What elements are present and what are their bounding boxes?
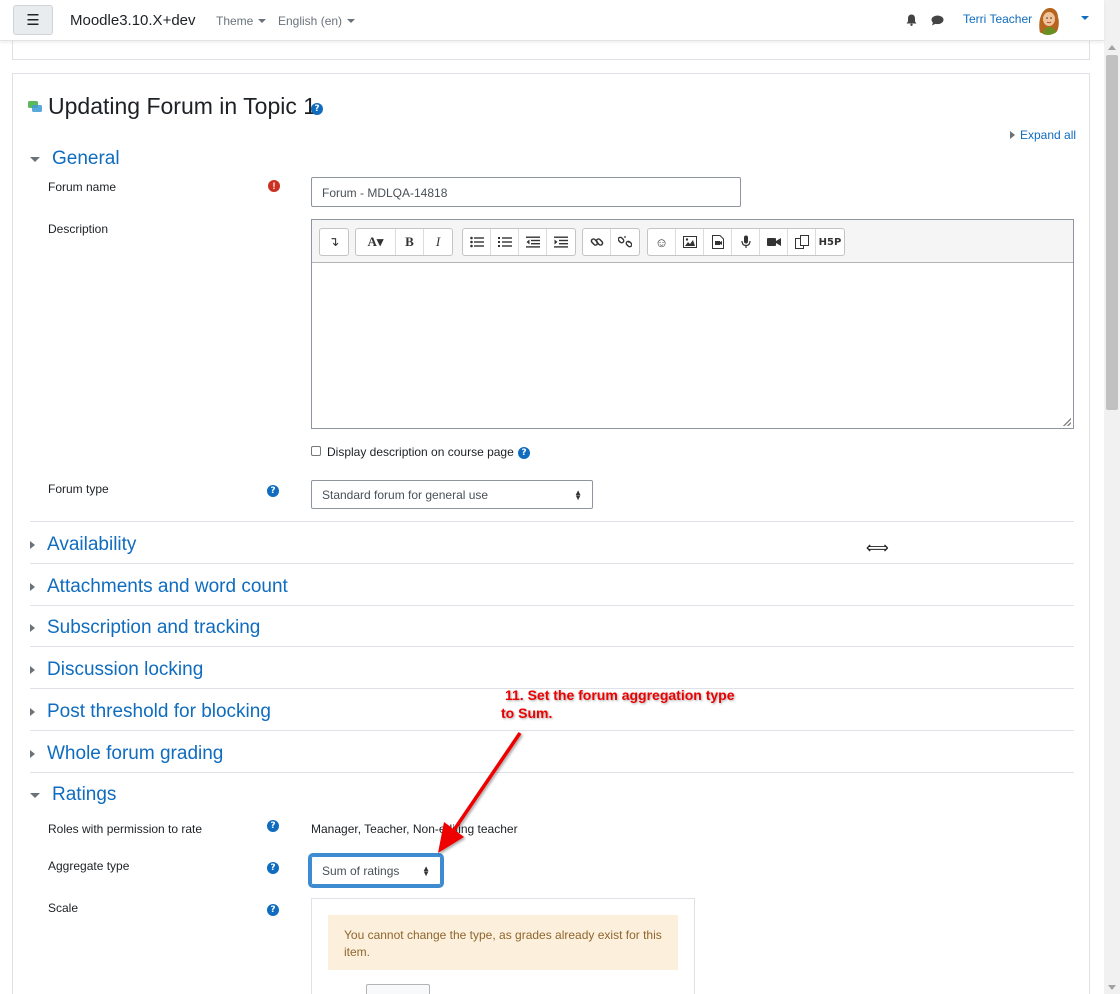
theme-menu[interactable]: Theme <box>216 14 267 28</box>
forum-icon <box>28 101 42 112</box>
help-icon[interactable]: ? <box>267 862 279 874</box>
manage-files-icon[interactable] <box>788 229 816 255</box>
resize-grip-icon[interactable] <box>1063 418 1071 426</box>
toggle-toolbar-icon[interactable]: ↴ <box>320 229 348 255</box>
avatar[interactable] <box>1034 5 1062 35</box>
expand-arrow-icon <box>30 750 35 758</box>
scroll-thumb[interactable] <box>1106 55 1118 410</box>
annotation-line-2: to Sum. <box>501 705 553 721</box>
link-icon[interactable] <box>583 229 611 255</box>
unlink-icon[interactable] <box>611 229 639 255</box>
collapse-arrow-icon <box>30 156 40 162</box>
section-ratings-header[interactable]: Ratings <box>30 784 116 806</box>
expand-arrow-icon <box>30 624 35 632</box>
collapse-arrow-icon <box>30 792 40 798</box>
section-whole-forum-grading-header[interactable]: Whole forum grading <box>30 743 223 765</box>
divider <box>30 563 1074 564</box>
h5p-icon[interactable]: H5P <box>816 229 844 255</box>
bell-icon[interactable] <box>906 14 917 26</box>
section-availability-header[interactable]: Availability <box>30 534 136 556</box>
editor-toolbar: ↴ A▾ B I ☺ H5P <box>312 220 1073 263</box>
description-textarea[interactable] <box>312 263 1073 428</box>
display-description-label: Display description on course page <box>327 445 514 459</box>
divider <box>30 730 1074 731</box>
divider <box>30 521 1074 522</box>
main-form-card <box>12 73 1090 994</box>
forum-type-select[interactable]: Standard forum for general use ▲ ▼ <box>311 480 593 509</box>
required-icon: ! <box>268 180 280 192</box>
bullet-list-icon[interactable] <box>463 229 491 255</box>
record-audio-icon[interactable] <box>732 229 760 255</box>
expand-arrow-icon <box>30 583 35 591</box>
help-icon[interactable]: ? <box>311 103 323 115</box>
hamburger-icon[interactable]: ☰ <box>13 5 53 35</box>
expand-arrow-icon <box>1010 131 1015 139</box>
image-icon[interactable] <box>676 229 704 255</box>
record-video-icon[interactable] <box>760 229 788 255</box>
section-discussion-locking-header[interactable]: Discussion locking <box>30 659 203 681</box>
aggregate-type-label: Aggregate type <box>48 859 130 873</box>
bold-icon[interactable]: B <box>396 229 424 255</box>
indent-icon[interactable] <box>547 229 575 255</box>
user-menu-caret-icon[interactable] <box>1081 16 1089 20</box>
help-icon[interactable]: ? <box>518 447 530 459</box>
scale-label: Scale <box>48 901 79 915</box>
help-icon[interactable]: ? <box>267 485 279 497</box>
media-icon[interactable] <box>704 229 732 255</box>
divider <box>30 605 1074 606</box>
chat-icon[interactable] <box>931 15 944 26</box>
annotation-line-1: 11. Set the forum aggregation type <box>505 687 735 703</box>
section-general-header[interactable]: General <box>30 148 120 170</box>
aggregate-type-select[interactable]: Sum of ratings ▲ ▼ <box>308 853 444 888</box>
expand-all-link[interactable]: Expand all <box>1010 128 1076 142</box>
section-post-threshold-header[interactable]: Post threshold for blocking <box>30 701 271 723</box>
page-title: Updating Forum in Topic 1 <box>48 93 317 119</box>
description-editor: ↴ A▾ B I ☺ H5P <box>311 219 1074 429</box>
description-label: Description <box>48 222 109 236</box>
divider <box>30 646 1074 647</box>
font-style-icon[interactable]: A▾ <box>356 229 396 255</box>
section-subscription-header[interactable]: Subscription and tracking <box>30 617 260 639</box>
emoji-icon[interactable]: ☺ <box>648 229 676 255</box>
expand-arrow-icon <box>30 708 35 716</box>
language-menu[interactable]: English (en) <box>278 14 356 28</box>
section-attachments-header[interactable]: Attachments and word count <box>30 576 288 598</box>
display-description-checkbox[interactable] <box>311 446 321 456</box>
annotation-arrow-icon <box>438 732 522 853</box>
scale-warning-alert: You cannot change the type, as grades al… <box>328 915 678 970</box>
scroll-up-arrow-icon[interactable] <box>1108 45 1116 50</box>
resize-cursor-icon: ⟺ <box>866 538 889 557</box>
outdent-icon[interactable] <box>519 229 547 255</box>
select-arrows-icon: ▲ ▼ <box>574 488 582 502</box>
forum-type-label: Forum type <box>48 482 109 496</box>
numbered-list-icon[interactable] <box>491 229 519 255</box>
select-arrows-icon: ▲ ▼ <box>422 864 430 878</box>
expand-arrow-icon <box>30 666 35 674</box>
top-navbar: ☰ Moodle3.10.X+dev Theme English (en) Te… <box>0 0 1104 41</box>
user-name[interactable]: Terri Teacher <box>963 12 1032 26</box>
previous-card-edge <box>12 40 1090 60</box>
scale-type-select[interactable] <box>366 984 430 994</box>
site-brand[interactable]: Moodle3.10.X+dev <box>70 12 196 29</box>
scrollbar[interactable] <box>1104 0 1120 994</box>
help-icon[interactable]: ? <box>267 904 279 916</box>
tutorial-annotation: 11. Set the forum aggregation type to Su… <box>501 686 735 722</box>
help-icon[interactable]: ? <box>267 820 279 832</box>
italic-icon[interactable]: I <box>424 229 452 255</box>
roles-label: Roles with permission to rate <box>48 822 203 836</box>
forum-name-input[interactable]: Forum - MDLQA-14818 <box>311 177 741 207</box>
scroll-down-arrow-icon[interactable] <box>1108 985 1116 990</box>
forum-name-label: Forum name <box>48 180 117 194</box>
divider <box>30 772 1074 773</box>
expand-arrow-icon <box>30 541 35 549</box>
